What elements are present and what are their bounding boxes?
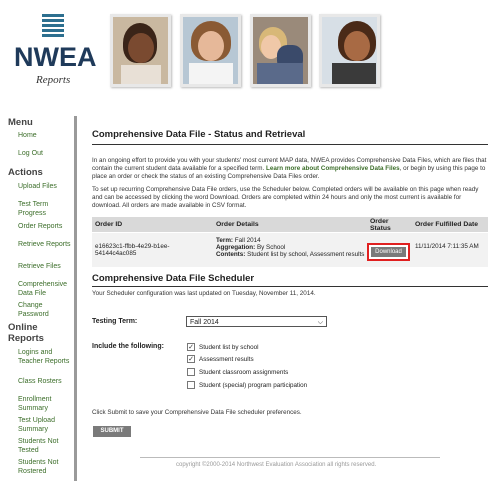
order-id-cell: e16623c1-ffbb-4e29-b1ee-54144c4ac085 (95, 243, 170, 257)
order-fulfilled-cell: 11/11/2014 7:11:35 AM (415, 243, 479, 250)
sidebar-item-class-rosters[interactable]: Class Rosters (18, 377, 74, 386)
sidebar-heading-menu: Menu (8, 117, 33, 128)
scheduler-title: Comprehensive Data File Scheduler (92, 273, 255, 284)
sidebar-item-retrieve-files[interactable]: Retrieve Files (18, 262, 74, 271)
table-row: e16623c1-ffbb-4e29-b1ee-54144c4ac085 Ter… (92, 233, 488, 267)
sidebar-item-retrieve-reports[interactable]: Retrieve Reports (18, 240, 74, 249)
student-photo-3 (250, 14, 311, 87)
logo-text: NWEA (14, 42, 97, 72)
testing-term-select[interactable]: Fall 2014 ⌵ (186, 316, 327, 327)
aggregation-label: Aggregation: (216, 244, 256, 251)
intro-paragraph: In an ongoing effort to provide you with… (92, 157, 490, 181)
option-assessment-results-label: Assessment results (199, 356, 254, 363)
submit-note: Click Submit to save your Comprehensive … (92, 409, 302, 416)
col-order-details: Order Details (216, 221, 259, 228)
term-label: Term: (216, 237, 234, 244)
checkbox-student-list[interactable]: ✓ (187, 343, 195, 351)
sidebar-item-test-upload-summary[interactable]: Test Upload Summary (18, 416, 74, 434)
submit-button[interactable]: SUBMIT (93, 426, 131, 437)
sidebar-item-test-term-progress[interactable]: Test Term Progress (18, 200, 74, 218)
sidebar-item-change-password[interactable]: Change Password (18, 301, 74, 319)
header: NWEA Reports (0, 0, 494, 100)
sidebar-item-home[interactable]: Home (18, 131, 74, 140)
student-photo-1 (110, 14, 171, 87)
setup-paragraph: To set up recurring Comprehensive Data F… (92, 186, 479, 209)
sidebar-item-logout[interactable]: Log Out (18, 149, 74, 158)
download-button[interactable]: Download (371, 247, 406, 257)
sidebar-item-students-not-tested[interactable]: Students Not Tested (18, 437, 74, 455)
sidebar-item-enrollment-summary[interactable]: Enrollment Summary (18, 395, 74, 413)
sidebar-item-logins-teacher-reports[interactable]: Logins and Teacher Reports (18, 348, 74, 366)
logo-subtitle: Reports (36, 74, 71, 86)
chevron-down-icon: ⌵ (317, 319, 323, 326)
sidebar-heading-online-reports: Online Reports (8, 322, 44, 344)
orders-table-header: Order ID Order Details Order Status Orde… (92, 217, 488, 232)
col-order-status: Order Status (370, 218, 391, 232)
contents-value: Student list by school, Assessment resul… (247, 251, 365, 258)
contents-label: Contents: (216, 251, 246, 258)
download-highlight: Download (367, 243, 410, 261)
checkbox-classroom-assignments[interactable] (187, 368, 195, 376)
logo-mark (42, 14, 64, 42)
sidebar-item-upload-files[interactable]: Upload Files (18, 182, 74, 191)
learn-more-link[interactable]: Learn more about Comprehensive Data File… (266, 165, 400, 172)
option-program-participation-label: Student (special) program participation (199, 382, 308, 389)
checkbox-assessment-results[interactable]: ✓ (187, 355, 195, 363)
title-rule (92, 144, 488, 145)
aggregation-value: By School (256, 244, 286, 251)
footer-copyright: copyright ©2000-2014 Northwest Evaluatio… (176, 462, 377, 468)
scheduler-rule (92, 286, 488, 287)
testing-term-label: Testing Term: (92, 318, 138, 325)
checkbox-program-participation[interactable] (187, 381, 195, 389)
page-title: Comprehensive Data File - Status and Ret… (92, 129, 306, 140)
testing-term-value: Fall 2014 (190, 319, 219, 326)
student-photo-2 (180, 14, 241, 87)
option-classroom-assignments-label: Student classroom assignments (199, 369, 289, 376)
sidebar-item-order-reports[interactable]: Order Reports (18, 222, 74, 231)
option-student-list-label: Student list by school (199, 344, 259, 351)
sidebar-item-comprehensive-data-file[interactable]: Comprehensive Data File (18, 280, 74, 298)
col-order-fulfilled: Order Fulfilled Date (415, 221, 479, 228)
col-order-id: Order ID (95, 221, 123, 228)
sidebar-divider (74, 116, 77, 481)
scheduler-updated: Your Scheduler configuration was last up… (92, 290, 316, 297)
sidebar-item-students-not-rostered[interactable]: Students Not Rostered (18, 458, 74, 476)
include-label: Include the following: (92, 343, 164, 350)
footer-rule (140, 457, 440, 458)
student-photo-4 (319, 14, 380, 87)
order-details-cell: Term: Fall 2014 Aggregation: By School C… (216, 237, 366, 258)
sidebar-heading-actions: Actions (8, 167, 43, 178)
term-value: Fall 2014 (234, 237, 261, 244)
